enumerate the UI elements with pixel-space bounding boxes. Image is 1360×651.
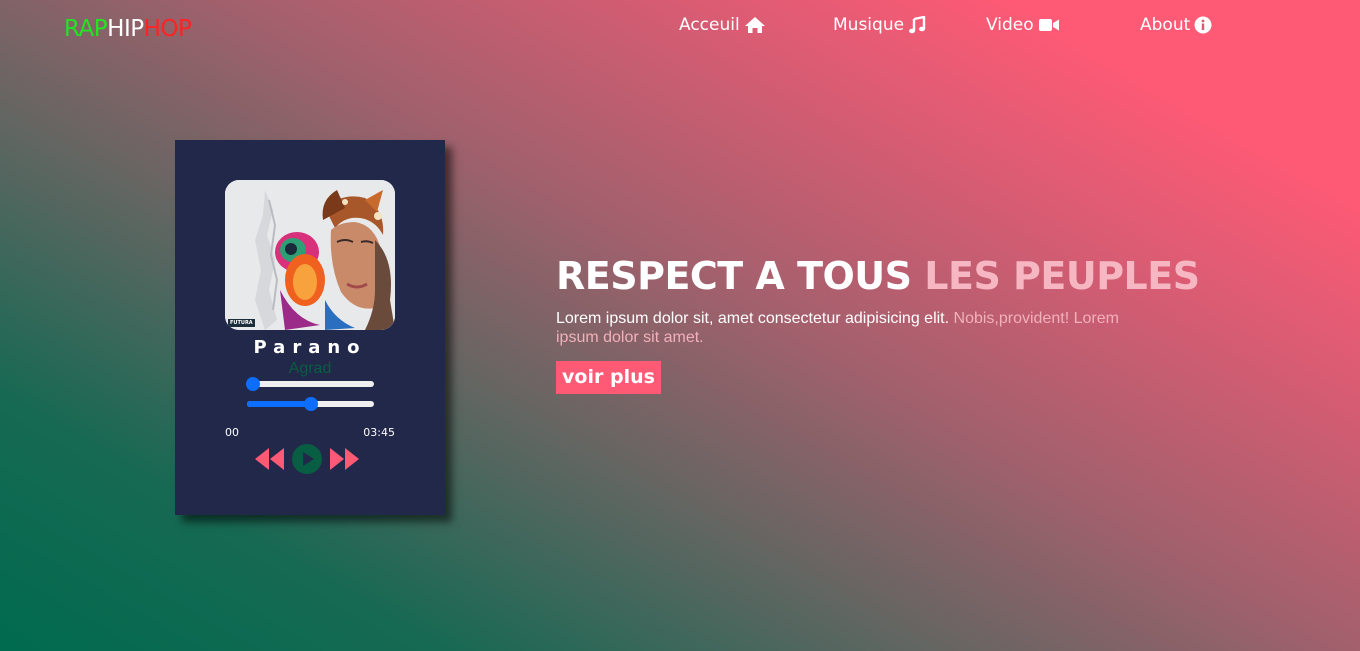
volume-slider[interactable]	[246, 377, 374, 391]
music-icon	[908, 16, 926, 34]
backward-button[interactable]	[254, 443, 286, 479]
play-icon	[292, 444, 322, 474]
nav-item-about[interactable]: About	[1140, 15, 1212, 35]
nav-item-musique[interactable]: Musique	[833, 15, 926, 35]
nav-item-video[interactable]: Video	[986, 15, 1060, 35]
nav-label-musique: Musique	[833, 15, 905, 35]
current-time: 00	[225, 426, 239, 439]
hero-title-part2: LES PEUPLES	[924, 254, 1200, 298]
forward-icon	[330, 448, 359, 470]
song-artist: Agrad	[288, 360, 332, 377]
hero-title: RESPECT A TOUS LES PEUPLES	[556, 254, 1200, 298]
album-art-image	[225, 180, 395, 330]
video-icon	[1038, 17, 1060, 33]
info-icon	[1194, 16, 1212, 34]
total-time: 03:45	[363, 426, 395, 439]
nav-label-video: Video	[986, 15, 1034, 35]
music-player: FUTURA Parano Agrad 00 03:45	[175, 140, 445, 515]
album-cover: FUTURA	[225, 180, 395, 330]
backward-icon	[255, 448, 284, 470]
nav-label-about: About	[1140, 15, 1191, 35]
hero-text-part1: Lorem ipsum dolor sit, amet consectetur …	[556, 310, 950, 327]
progress-slider[interactable]	[247, 397, 374, 411]
cover-tag: FUTURA	[228, 319, 255, 327]
nav-item-acceuil[interactable]: Acceuil	[679, 15, 766, 35]
nav-label-acceuil: Acceuil	[679, 15, 740, 35]
progress-slider-thumb[interactable]	[303, 397, 318, 411]
hero-text: Lorem ipsum dolor sit, amet consectetur …	[556, 309, 1136, 347]
hero-title-part1: RESPECT A TOUS	[556, 254, 912, 298]
home-icon	[744, 16, 766, 34]
song-title: Parano	[253, 337, 367, 358]
forward-button[interactable]	[328, 443, 360, 479]
main-nav: Acceuil Musique Video About	[0, 15, 1360, 39]
play-button[interactable]	[291, 443, 323, 479]
progress-slider-fill	[247, 401, 311, 407]
volume-slider-thumb[interactable]	[246, 377, 261, 391]
voir-plus-button[interactable]: voir plus	[556, 361, 661, 394]
